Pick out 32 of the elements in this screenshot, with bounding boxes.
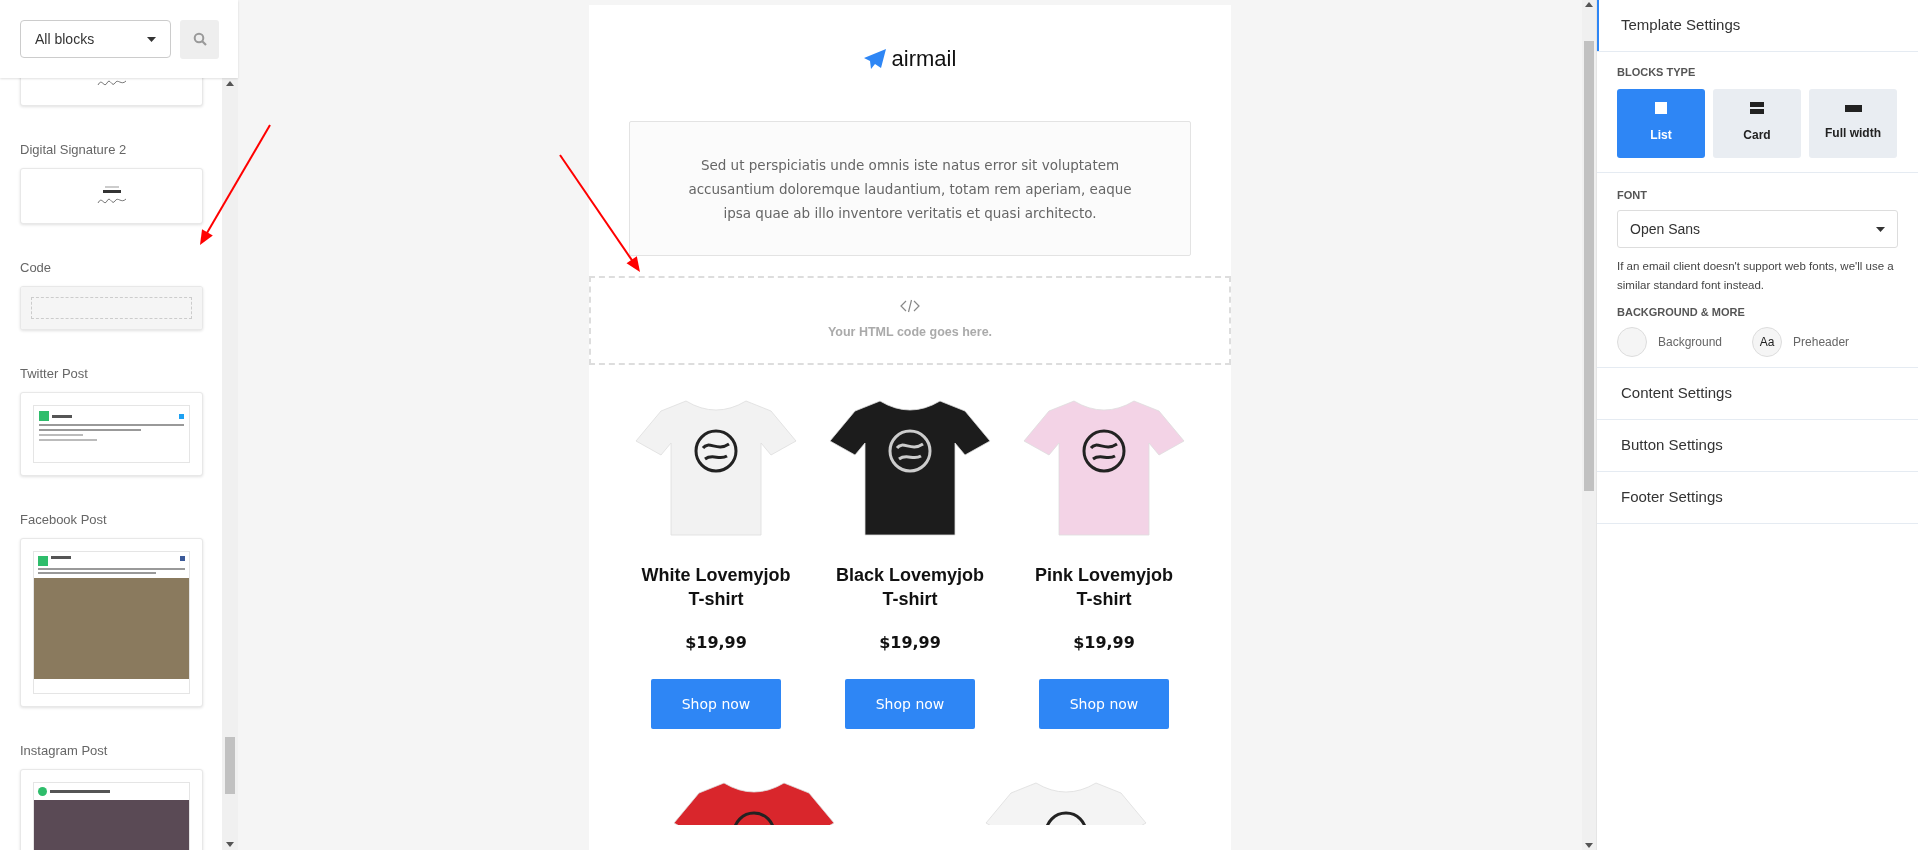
block-title: Digital Signature 2	[20, 142, 128, 158]
shop-now-button[interactable]: Shop now	[845, 679, 975, 729]
product-price: $19,99	[879, 632, 941, 654]
settings-section-header[interactable]: Footer Settings	[1597, 471, 1918, 523]
settings-section-header[interactable]: Content Settings	[1597, 367, 1918, 419]
shop-now-button[interactable]: Shop now	[651, 679, 781, 729]
text-block: Sed ut perspiciatis unde omnis iste natus error sit voluptatem accusantium doloremque laudantium, totam rem aperiam, eaque ipsa quae ab illo inventore veritatis et quasi architecto.	[629, 121, 1191, 256]
setting-label: Preheader	[1793, 333, 1850, 351]
font-hint: If an email client doesn't support web fonts, we'll use a similar standard font instead.	[1617, 259, 1895, 293]
block-title: Facebook Post	[20, 512, 108, 528]
section-label: BACKGROUND & MORE	[1617, 305, 1746, 320]
settings-section-header[interactable]: Template Settings	[1597, 0, 1918, 51]
product-price: $19,99	[1073, 632, 1135, 654]
product-name: Black Lovemyjob T-shirt	[834, 564, 986, 611]
block-title: Twitter Post	[20, 366, 89, 382]
shop-now-button[interactable]: Shop now	[1039, 679, 1169, 729]
blocks-type-option[interactable]: List	[1617, 88, 1705, 158]
setting-label: Background	[1658, 333, 1723, 351]
block-filter-select[interactable]: All blocks	[20, 20, 171, 58]
product-price: $19,99	[685, 632, 747, 654]
product-name: Pink Lovemyjob T-shirt	[1033, 564, 1174, 611]
blocks-type-option[interactable]: Full width	[1809, 88, 1897, 158]
preheader-button[interactable]: Aa	[1752, 326, 1783, 357]
section-label: FONT	[1617, 187, 1648, 203]
logo-text: airmail	[891, 45, 957, 73]
section-label: BLOCKS TYPE	[1617, 65, 1697, 80]
settings-section-header[interactable]: Button Settings	[1597, 419, 1918, 471]
block-title: Instagram Post	[20, 743, 109, 759]
font-select[interactable]: Open Sans	[1617, 210, 1898, 248]
block-title: Code	[20, 260, 53, 276]
blocks-type-option[interactable]: Card	[1713, 88, 1801, 158]
product-name: White Lovemyjob T-shirt	[640, 564, 792, 611]
